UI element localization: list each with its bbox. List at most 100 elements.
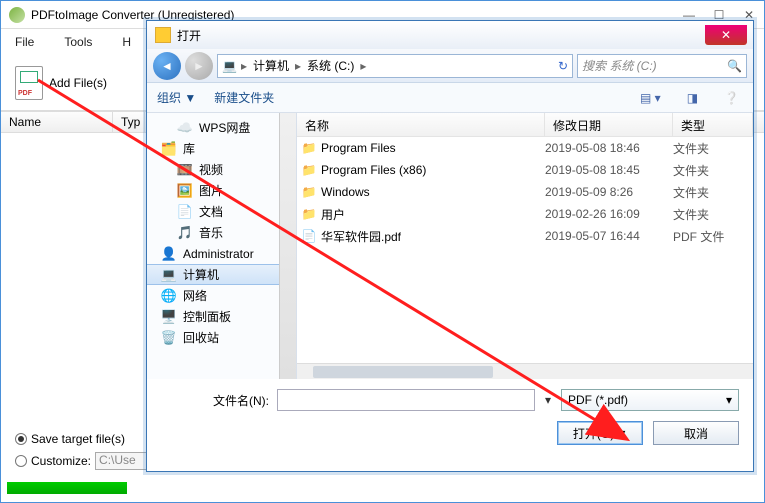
organize-button[interactable]: 组织 ▼ xyxy=(157,89,196,106)
search-input[interactable]: 搜索 系统 (C:) 🔍 xyxy=(577,54,747,78)
tree-item[interactable]: 👤Administrator xyxy=(147,243,296,264)
tree-label: 库 xyxy=(183,140,195,157)
item-date: 2019-02-26 16:09 xyxy=(545,207,673,221)
filename-input[interactable] xyxy=(277,389,535,411)
menu-help[interactable]: H xyxy=(122,35,131,49)
menu-file[interactable]: File xyxy=(15,35,34,49)
tree-item[interactable]: 🗑️回收站 xyxy=(147,327,296,348)
list-item[interactable]: 📁Program Files (x86)2019-05-08 18:45文件夹 xyxy=(297,159,753,181)
tree-item[interactable]: ☁️ WPS网盘 xyxy=(147,117,296,138)
progress-bar xyxy=(7,482,127,494)
item-name: 用户 xyxy=(321,206,545,223)
search-icon: 🔍 xyxy=(727,59,742,73)
item-date: 2019-05-07 16:44 xyxy=(545,229,673,243)
filename-label: 文件名(N): xyxy=(161,392,269,409)
item-date: 2019-05-08 18:45 xyxy=(545,163,673,177)
tree-icon: 💻 xyxy=(161,267,177,283)
file-list: 名称 修改日期 类型 📁Program Files2019-05-08 18:4… xyxy=(297,113,753,379)
chevron-right-icon: ▸ xyxy=(360,59,366,73)
chevron-down-icon[interactable]: ▾ xyxy=(543,393,553,407)
customize-option[interactable]: Customize: C:\Use xyxy=(15,452,155,470)
cancel-button[interactable]: 取消 xyxy=(653,421,739,445)
dialog-close-button[interactable]: ✕ xyxy=(705,25,747,45)
tree-icon: 🗂️ xyxy=(161,141,177,157)
tree-icon: 🖥️ xyxy=(161,309,177,325)
item-type: 文件夹 xyxy=(673,206,709,223)
col-type[interactable]: Typ xyxy=(113,112,145,132)
add-files-button[interactable]: Add File(s) xyxy=(49,76,107,90)
item-name: Windows xyxy=(321,185,545,199)
refresh-icon[interactable]: ↻ xyxy=(558,59,568,73)
item-type: PDF 文件 xyxy=(673,228,724,245)
item-name: Program Files (x86) xyxy=(321,163,545,177)
nav-tree[interactable]: ☁️ WPS网盘 🗂️ 库 🎞️视频🖼️图片📄文档🎵音乐👤Administrator💻计… xyxy=(147,113,297,379)
item-name: Program Files xyxy=(321,141,545,155)
tree-item[interactable]: 🖼️图片 xyxy=(147,180,296,201)
col-name[interactable]: 名称 xyxy=(297,113,545,136)
tree-item[interactable]: 🗂️ 库 xyxy=(147,138,296,159)
file-type-filter[interactable]: PDF (*.pdf) ▾ xyxy=(561,389,739,411)
chevron-down-icon: ▾ xyxy=(726,393,732,407)
tree-item[interactable]: 🌐 网络 xyxy=(147,285,296,306)
radio-icon xyxy=(15,433,27,445)
path-segment[interactable]: 系统 (C:) xyxy=(305,57,356,74)
folder-icon: 📁 xyxy=(297,185,321,199)
view-mode-button[interactable]: ▤ ▾ xyxy=(636,91,665,105)
save-target-option[interactable]: Save target file(s) xyxy=(15,432,155,446)
item-type: 文件夹 xyxy=(673,184,709,201)
open-dialog: 打开 ✕ ◄ ► 💻 ▸ 计算机 ▸ 系统 (C:) ▸ ↻ 搜索 系统 (C:… xyxy=(146,20,754,472)
help-button[interactable]: ❔ xyxy=(720,91,743,105)
horizontal-scrollbar[interactable] xyxy=(297,363,753,379)
path-segment[interactable]: 计算机 xyxy=(251,57,291,74)
breadcrumb[interactable]: 💻 ▸ 计算机 ▸ 系统 (C:) ▸ ↻ xyxy=(217,54,573,78)
tree-label: 网络 xyxy=(183,287,207,304)
back-button[interactable]: ◄ xyxy=(153,52,181,80)
list-header: 名称 修改日期 类型 xyxy=(297,113,753,137)
app-logo-icon xyxy=(9,7,25,23)
tree-item[interactable]: 🖥️控制面板 xyxy=(147,306,296,327)
tree-label: 回收站 xyxy=(183,329,219,346)
dialog-nav: ◄ ► 💻 ▸ 计算机 ▸ 系统 (C:) ▸ ↻ 搜索 系统 (C:) 🔍 xyxy=(147,49,753,83)
computer-icon: 💻 xyxy=(222,59,237,73)
item-type: 文件夹 xyxy=(673,162,709,179)
filter-label: PDF (*.pdf) xyxy=(568,393,628,407)
tree-label: Administrator xyxy=(183,247,254,261)
list-item[interactable]: 📁用户2019-02-26 16:09文件夹 xyxy=(297,203,753,225)
tree-item[interactable]: 💻计算机 xyxy=(147,264,296,285)
tree-item[interactable]: 📄文档 xyxy=(147,201,296,222)
dialog-body: ☁️ WPS网盘 🗂️ 库 🎞️视频🖼️图片📄文档🎵音乐👤Administrator💻计… xyxy=(147,113,753,379)
tree-item[interactable]: 🎞️视频 xyxy=(147,159,296,180)
chevron-down-icon: ▼ xyxy=(618,428,627,438)
menu-tools[interactable]: Tools xyxy=(64,35,92,49)
pdf-icon xyxy=(15,66,43,100)
col-name[interactable]: Name xyxy=(1,112,113,132)
search-placeholder: 搜索 系统 (C:) xyxy=(582,57,657,74)
chevron-right-icon: ▸ xyxy=(241,59,247,73)
dialog-toolbar: 组织 ▼ 新建文件夹 ▤ ▾ ◨ ❔ xyxy=(147,83,753,113)
forward-button[interactable]: ► xyxy=(185,52,213,80)
list-item[interactable]: 📄华军软件园.pdf2019-05-07 16:44PDF 文件 xyxy=(297,225,753,247)
new-folder-button[interactable]: 新建文件夹 xyxy=(214,89,274,106)
tree-icon: 📄 xyxy=(177,204,193,220)
chevron-right-icon: ▸ xyxy=(295,59,301,73)
open-button[interactable]: 打开(O)▼ xyxy=(557,421,643,445)
tree-icon: 🎞️ xyxy=(177,162,193,178)
col-date[interactable]: 修改日期 xyxy=(545,113,673,136)
tree-icon: 🌐 xyxy=(161,288,177,304)
tree-icon: 🎵 xyxy=(177,225,193,241)
col-type[interactable]: 类型 xyxy=(673,113,753,136)
list-item[interactable]: 📁Windows2019-05-09 8:26文件夹 xyxy=(297,181,753,203)
tree-label: WPS网盘 xyxy=(199,119,250,136)
customize-label: Customize: xyxy=(31,454,91,468)
tree-item[interactable]: 🎵音乐 xyxy=(147,222,296,243)
tree-icon: 🖼️ xyxy=(177,183,193,199)
folder-icon xyxy=(155,27,171,43)
item-name: 华军软件园.pdf xyxy=(321,228,545,245)
file-icon: 📄 xyxy=(297,229,321,243)
list-rows[interactable]: 📁Program Files2019-05-08 18:46文件夹📁Progra… xyxy=(297,137,753,363)
list-item[interactable]: 📁Program Files2019-05-08 18:46文件夹 xyxy=(297,137,753,159)
folder-icon: 📁 xyxy=(297,207,321,221)
tree-icon: ☁️ xyxy=(177,120,193,136)
save-target-label: Save target file(s) xyxy=(31,432,125,446)
preview-pane-button[interactable]: ◨ xyxy=(683,91,702,105)
